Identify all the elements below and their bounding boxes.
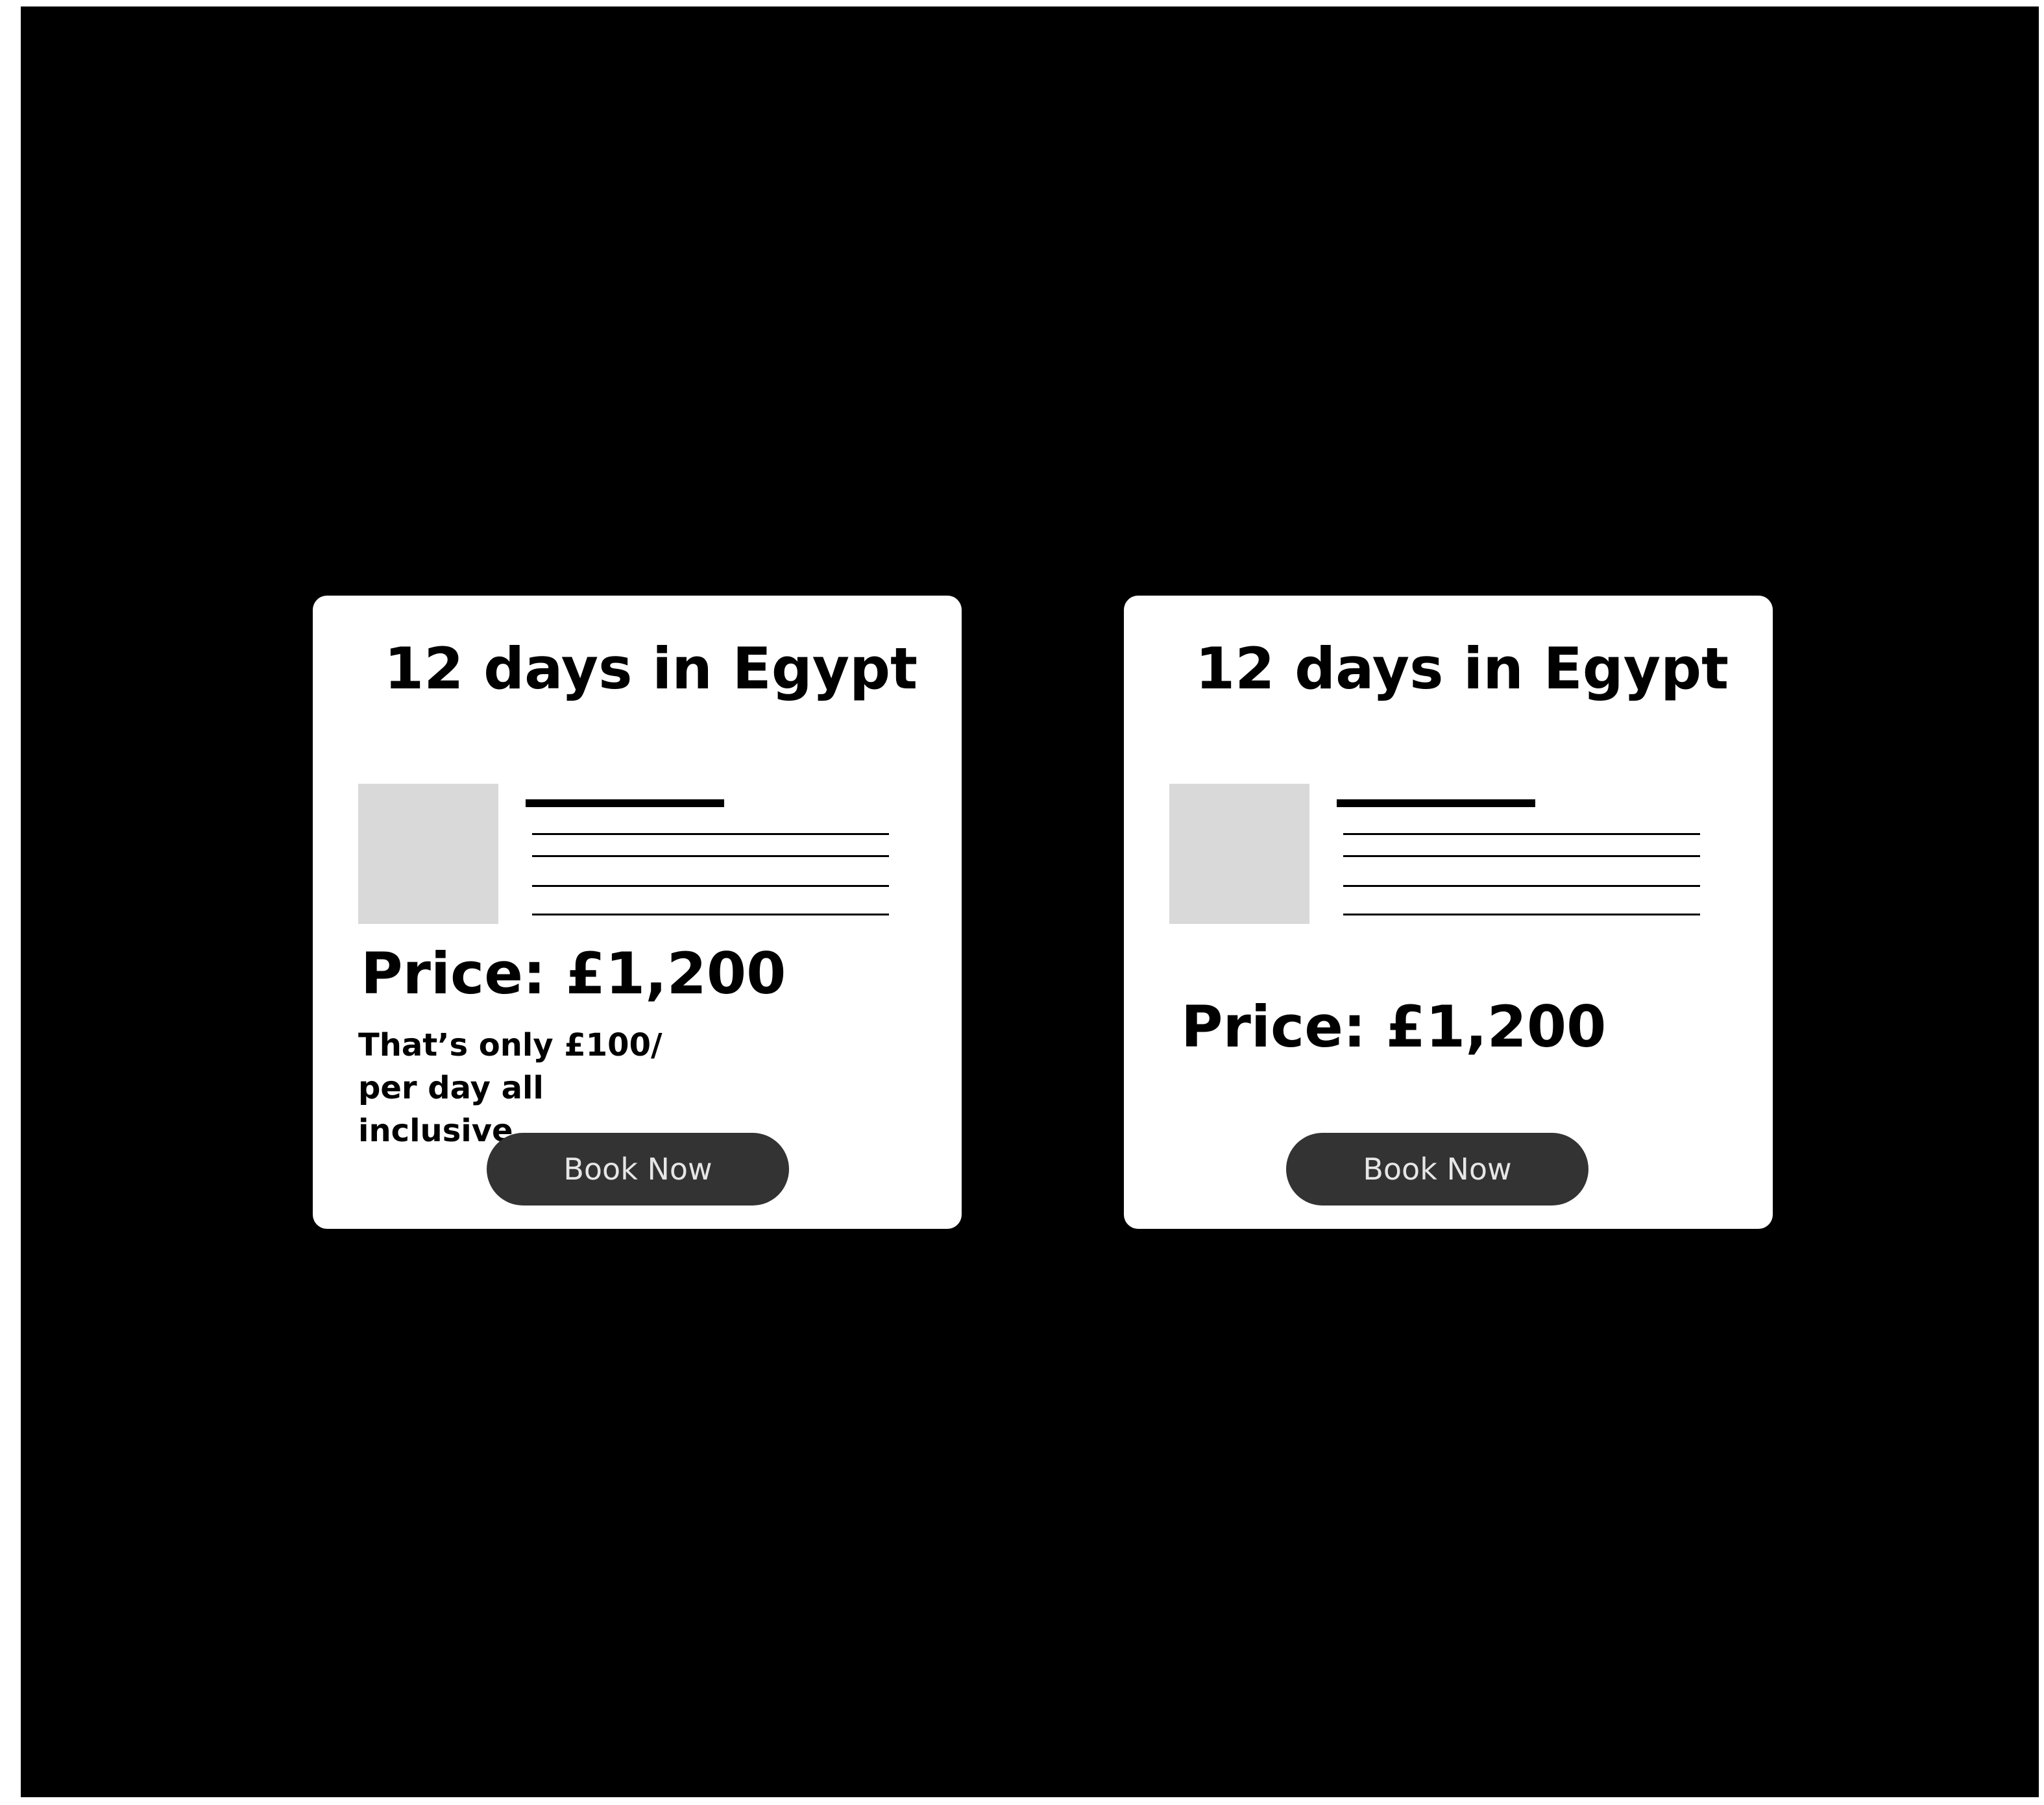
- text-placeholder-line: [532, 914, 889, 915]
- heading-placeholder-line: [1337, 799, 1535, 807]
- image-placeholder: [1169, 784, 1309, 924]
- text-placeholder-line: [532, 833, 889, 835]
- trip-card: 12 days in Egypt Price: £1,200 Book Now: [1124, 596, 1773, 1229]
- card-title: 12 days in Egypt: [1195, 635, 1729, 702]
- book-now-button[interactable]: Book Now: [1286, 1133, 1588, 1205]
- text-placeholder-line: [1343, 885, 1700, 887]
- text-placeholder-line: [1343, 855, 1700, 857]
- image-placeholder: [358, 784, 498, 924]
- price-label: Price: £1,200: [1181, 993, 1607, 1060]
- text-placeholder-line: [532, 885, 889, 887]
- text-placeholder-line: [532, 855, 889, 857]
- text-placeholder-line: [1343, 833, 1700, 835]
- book-now-button[interactable]: Book Now: [487, 1133, 789, 1205]
- price-label: Price: £1,200: [361, 940, 786, 1007]
- heading-placeholder-line: [526, 799, 724, 807]
- card-title: 12 days in Egypt: [384, 635, 918, 702]
- artboard: 12 days in Egypt Price: £1,200 That’s on…: [21, 6, 2039, 1797]
- text-placeholder-line: [1343, 914, 1700, 915]
- trip-card-with-note: 12 days in Egypt Price: £1,200 That’s on…: [313, 596, 962, 1229]
